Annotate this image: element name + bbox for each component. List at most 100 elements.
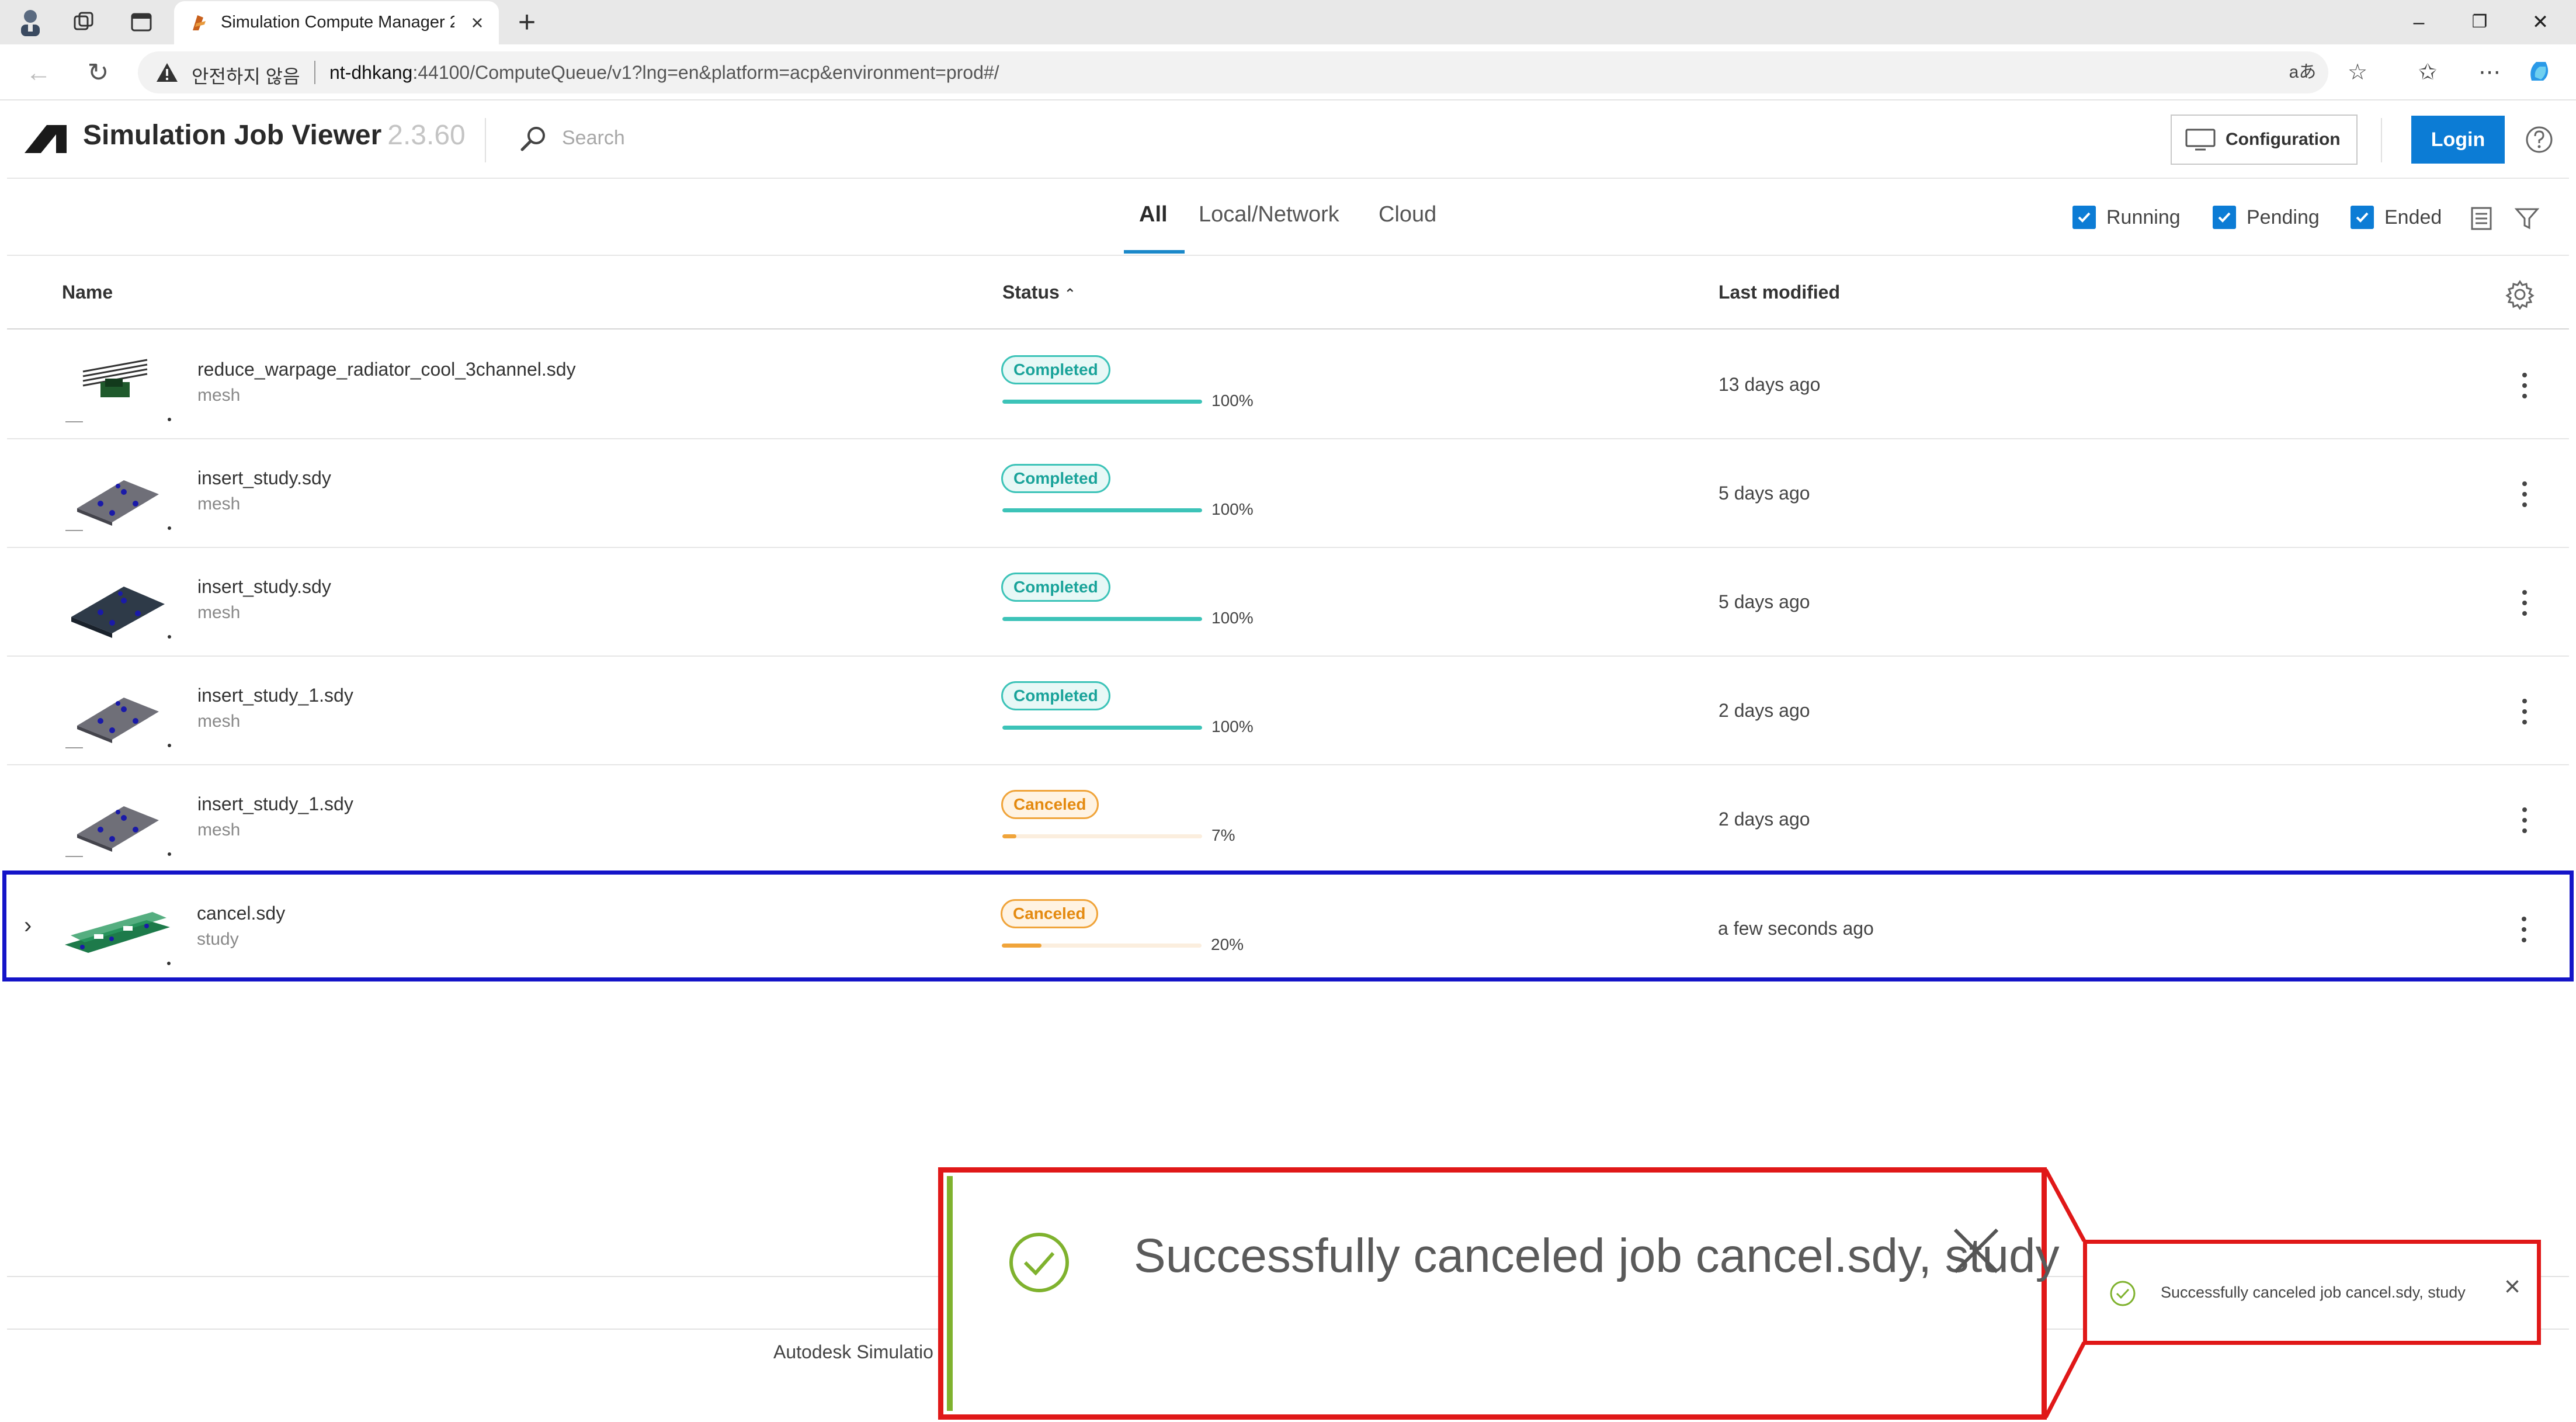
tab-favicon-icon [193,15,206,30]
more-options-icon[interactable] [2513,477,2536,512]
favorites-icon[interactable]: ✩ [2412,57,2443,88]
job-type: mesh [197,603,241,622]
job-thumbnail [60,566,176,641]
success-check-icon [2110,1281,2136,1306]
app-header: Simulation Job Viewer2.3.60 Configuratio… [7,102,2569,179]
new-tab-icon[interactable]: + [512,7,542,39]
job-type: mesh [197,820,241,840]
tab-local-network[interactable]: Local/Network [1199,202,1339,227]
progress-bar [1002,726,1202,730]
toast-message-zoomed: Successfully canceled job cancel.sdy, st… [1134,1229,2060,1282]
gear-icon[interactable] [2505,279,2535,310]
progress-percent: 7% [1211,826,1235,844]
job-thumbnail [60,457,176,533]
more-options-icon[interactable] [2513,803,2536,838]
job-name: insert_study_1.sdy [197,793,353,814]
translate-icon[interactable]: aあ [2287,57,2318,88]
tab-cloud[interactable]: Cloud [1379,202,1436,227]
status-badge: Canceled [1001,899,1098,928]
pending-checkbox[interactable]: Pending [2213,204,2320,230]
table-header: Name Status ⌃ Last modified [7,256,2569,330]
status-badge: Canceled [1001,790,1099,819]
back-icon[interactable]: ← [22,57,55,90]
filter-bar: All Local/Network Cloud Running Pending … [7,179,2569,256]
table-row[interactable]: insert_study.sdymesh Completed 100% 5 days … [7,548,2569,657]
progress-percent: 100% [1211,391,1254,410]
more-options-icon[interactable] [2513,368,2536,403]
footer-text: Autodesk Simulatio [773,1341,933,1362]
tab-title: Simulation Compute Manager 2.3 [221,13,454,32]
status-badge: Completed [1001,355,1110,384]
url-text: nt-dhkang:44100/ComputeQueue/v1?lng=en&p… [329,62,999,84]
more-options-icon[interactable] [2513,585,2536,620]
table-row[interactable]: reduce_warpage_radiator_cool_3channel.sd… [7,331,2569,439]
last-modified: 13 days ago [1719,374,1821,395]
search-icon [520,127,545,151]
app-title: Simulation Job Viewer 2.3.60 [83,120,466,151]
toast-notification: Successfully canceled job cancel.sdy, st… [2083,1240,2541,1345]
job-thumbnail [59,892,176,968]
running-label: Running [2106,206,2181,228]
success-check-icon [1009,1233,1069,1292]
help-icon[interactable] [2525,125,2554,154]
job-name: insert_study.sdy [197,576,331,597]
filter-icon[interactable] [2514,206,2540,231]
progress-bar [1002,944,1202,948]
column-header-status[interactable]: Status ⌃ [1002,282,1076,303]
table-row[interactable]: insert_study_1.sdy mesh Completed 100% 2 day… [7,657,2569,765]
search-input[interactable] [562,122,912,154]
refresh-icon[interactable]: ↻ [82,57,114,90]
job-type: mesh [197,712,241,731]
checkmark-icon [2356,212,2369,223]
progress-fill [1002,400,1202,404]
table-row[interactable]: › cancel.sdy study Canceled 20% a few seconds… [2,870,2574,981]
job-name: cancel.sdy [197,903,286,924]
job-type: study [197,929,239,949]
favorite-star-icon[interactable]: ☆ [2342,57,2373,88]
extensions-icon[interactable]: ⋯ [2474,57,2505,88]
status-badge: Completed [1001,573,1110,602]
last-modified: 5 days ago [1719,483,1810,504]
table-row[interactable]: insert_study.sdy mesh Completed 100% 5 days … [7,439,2569,548]
toast-close-icon[interactable] [1947,1222,2005,1280]
more-options-icon[interactable] [2512,912,2536,947]
column-header-name[interactable]: Name [62,282,113,303]
progress-percent: 100% [1211,609,1254,627]
tab-all[interactable]: All [1139,202,1168,227]
last-modified: 2 days ago [1719,809,1810,830]
login-button[interactable]: Login [2411,116,2505,164]
last-modified: a few seconds ago [1718,918,1874,939]
browser-tab-active[interactable]: Simulation Compute Manager 2.3 × [174,1,499,44]
minimize-icon[interactable]: – [2398,7,2439,37]
workspaces-icon[interactable] [69,7,99,37]
status-badge: Completed [1001,681,1110,710]
running-checkbox[interactable]: Running [2072,204,2181,230]
expand-chevron-icon[interactable]: › [24,911,47,940]
checkmark-icon [2078,212,2091,223]
warning-icon [157,63,178,82]
progress-fill [1002,944,1042,948]
toast-close-icon[interactable]: × [2497,1270,2528,1305]
restore-icon[interactable]: ❐ [2459,7,2500,37]
progress-bar [1002,834,1202,838]
url-field[interactable]: 안전하지 않음 nt-dhkang:44100/ComputeQueue/v1?… [138,51,2328,93]
profile-avatar-icon[interactable] [15,7,46,37]
more-options-icon[interactable] [2513,694,2536,729]
configuration-button[interactable]: Configuration [2171,115,2358,165]
pending-label: Pending [2247,206,2320,228]
tab-close-icon[interactable]: × [465,11,489,35]
list-view-icon[interactable] [2469,206,2494,231]
toast-zoomed: Successfully canceled job cancel.sdy, st… [938,1167,2060,1420]
ended-checkbox[interactable]: Ended [2351,204,2442,230]
column-header-modified[interactable]: Last modified [1719,282,1840,303]
browser-tab-bar: Simulation Compute Manager 2.3 × + – ❐ ✕ [0,0,2576,44]
table-row[interactable]: insert_study_1.sdymesh Canceled 7% 2 days a… [7,765,2569,874]
window-close-icon[interactable]: ✕ [2520,7,2561,37]
job-thumbnail [60,783,176,859]
sort-ascending-icon: ⌃ [1064,286,1076,302]
job-name: insert_study_1.sdy [197,685,353,706]
last-modified: 5 days ago [1719,591,1810,612]
copilot-icon[interactable] [2525,57,2555,88]
app-version: 2.3.60 [387,120,466,151]
tab-actions-icon[interactable] [126,7,157,37]
